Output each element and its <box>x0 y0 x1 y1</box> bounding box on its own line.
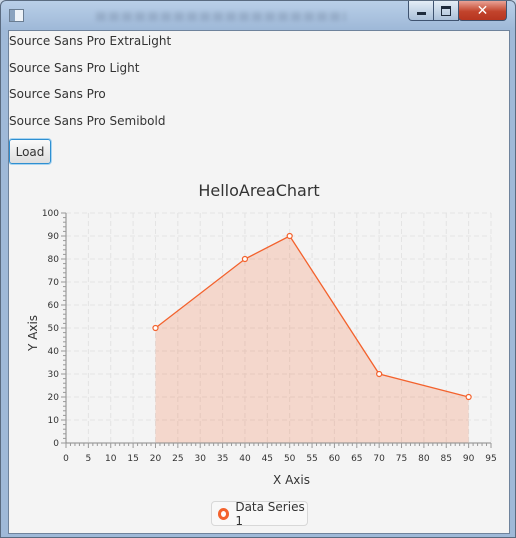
y-tick-label: 10 <box>48 416 60 426</box>
x-tick-label: 75 <box>396 454 407 464</box>
data-point <box>241 255 249 263</box>
x-axis-label: X Axis <box>273 473 310 487</box>
x-tick-label: 20 <box>150 454 162 464</box>
x-tick-label: 95 <box>485 454 496 464</box>
x-tick-label: 10 <box>105 454 117 464</box>
data-point <box>376 370 383 378</box>
legend-symbol-icon <box>218 507 230 520</box>
x-tick-label: 25 <box>172 454 183 464</box>
x-tick-label: 45 <box>262 454 273 464</box>
x-tick-label: 0 <box>63 454 69 464</box>
x-tick-label: 90 <box>463 454 475 464</box>
client-area: Source Sans Pro ExtraLight Source Sans P… <box>8 30 510 534</box>
x-tick-label: 5 <box>86 454 92 464</box>
x-tick-label: 70 <box>373 454 385 464</box>
y-tick-label: 80 <box>48 255 60 265</box>
maximize-button[interactable] <box>433 1 459 21</box>
legend-label: Data Series 1 <box>235 499 305 528</box>
window-title <box>96 12 346 21</box>
x-tick-label: 85 <box>441 454 452 464</box>
x-tick-label: 40 <box>239 454 251 464</box>
series-area-fill <box>155 236 469 443</box>
chart-legend: Data Series 1 <box>211 499 308 528</box>
y-tick-label: 90 <box>48 232 60 242</box>
y-tick-label: 40 <box>48 347 60 357</box>
x-tick-label: 65 <box>351 454 362 464</box>
x-tick-label: 35 <box>217 454 228 464</box>
title-bar[interactable]: ✕ <box>1 1 515 28</box>
area-chart: 0 5 10 15 20 25 30 35 40 45 50 55 60 65 70 75 80 85 90 95 0 1… <box>26 209 497 487</box>
close-icon: ✕ <box>476 2 489 19</box>
maximize-icon <box>441 5 451 16</box>
y-tick-label: 0 <box>53 439 59 449</box>
data-point <box>152 324 159 332</box>
minimize-icon <box>416 12 426 15</box>
y-tick-label: 30 <box>48 370 60 380</box>
data-point <box>465 393 472 401</box>
x-tick-label: 80 <box>418 454 430 464</box>
x-tick-label: 30 <box>194 454 206 464</box>
minimize-button[interactable] <box>408 1 434 21</box>
data-point <box>286 232 293 240</box>
x-tick-label: 50 <box>284 454 296 464</box>
app-icon[interactable] <box>9 9 24 22</box>
x-tick-label: 60 <box>329 454 341 464</box>
y-tick-label: 20 <box>48 393 60 403</box>
y-axis-label: Y Axis <box>26 315 40 352</box>
y-tick-label: 70 <box>48 278 60 288</box>
close-button[interactable]: ✕ <box>458 1 507 21</box>
x-tick-label: 15 <box>127 454 138 464</box>
x-tick-label: 55 <box>306 454 317 464</box>
app-window: ✕ Source Sans Pro ExtraLight Source Sans… <box>0 0 516 538</box>
y-tick-label: 100 <box>42 209 59 219</box>
y-tick-label: 60 <box>48 301 60 311</box>
y-tick-label: 50 <box>48 324 60 334</box>
